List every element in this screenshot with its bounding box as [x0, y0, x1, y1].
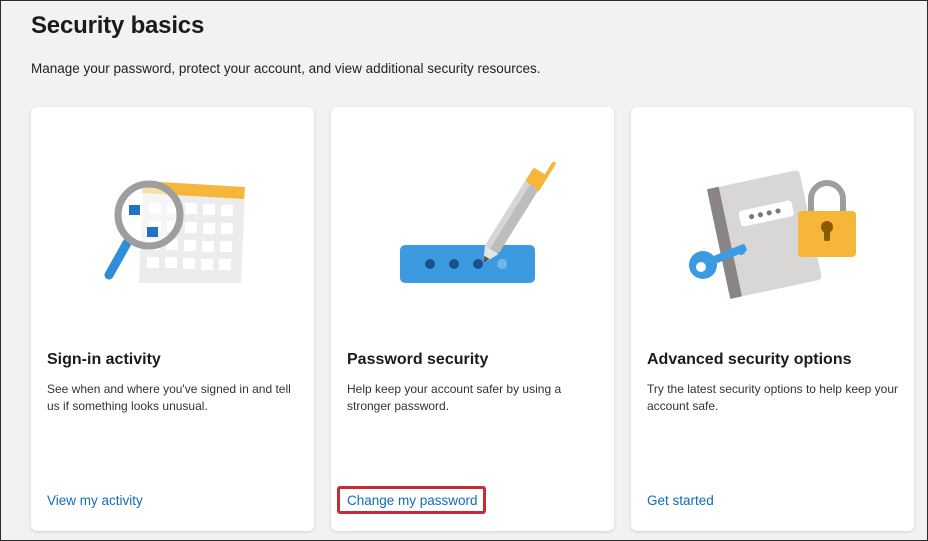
advanced-security-card: Advanced security options Try the latest… [631, 107, 914, 531]
highlight-box [337, 486, 486, 514]
notebook-lock-key-icon [689, 170, 856, 299]
password-pen-icon [400, 161, 556, 283]
card-description: See when and where you've signed in and … [47, 382, 291, 413]
card-description: Try the latest security options to help … [647, 382, 899, 413]
get-started-link[interactable]: Get started [647, 493, 714, 508]
sign-in-activity-card: Sign-in activity See when and where you'… [31, 107, 314, 531]
card-title: Sign-in activity [47, 351, 161, 368]
password-security-card: Password security Help keep your account… [331, 107, 614, 531]
card-description: Help keep your account safer by using a … [347, 382, 562, 413]
page-title: Security basics [31, 12, 205, 39]
card-title: Advanced security options [647, 351, 852, 368]
magnifier-calendar-icon [104, 180, 245, 283]
card-title: Password security [347, 351, 489, 368]
view-my-activity-link[interactable]: View my activity [47, 493, 143, 508]
page-subtitle: Manage your password, protect your accou… [31, 61, 541, 76]
